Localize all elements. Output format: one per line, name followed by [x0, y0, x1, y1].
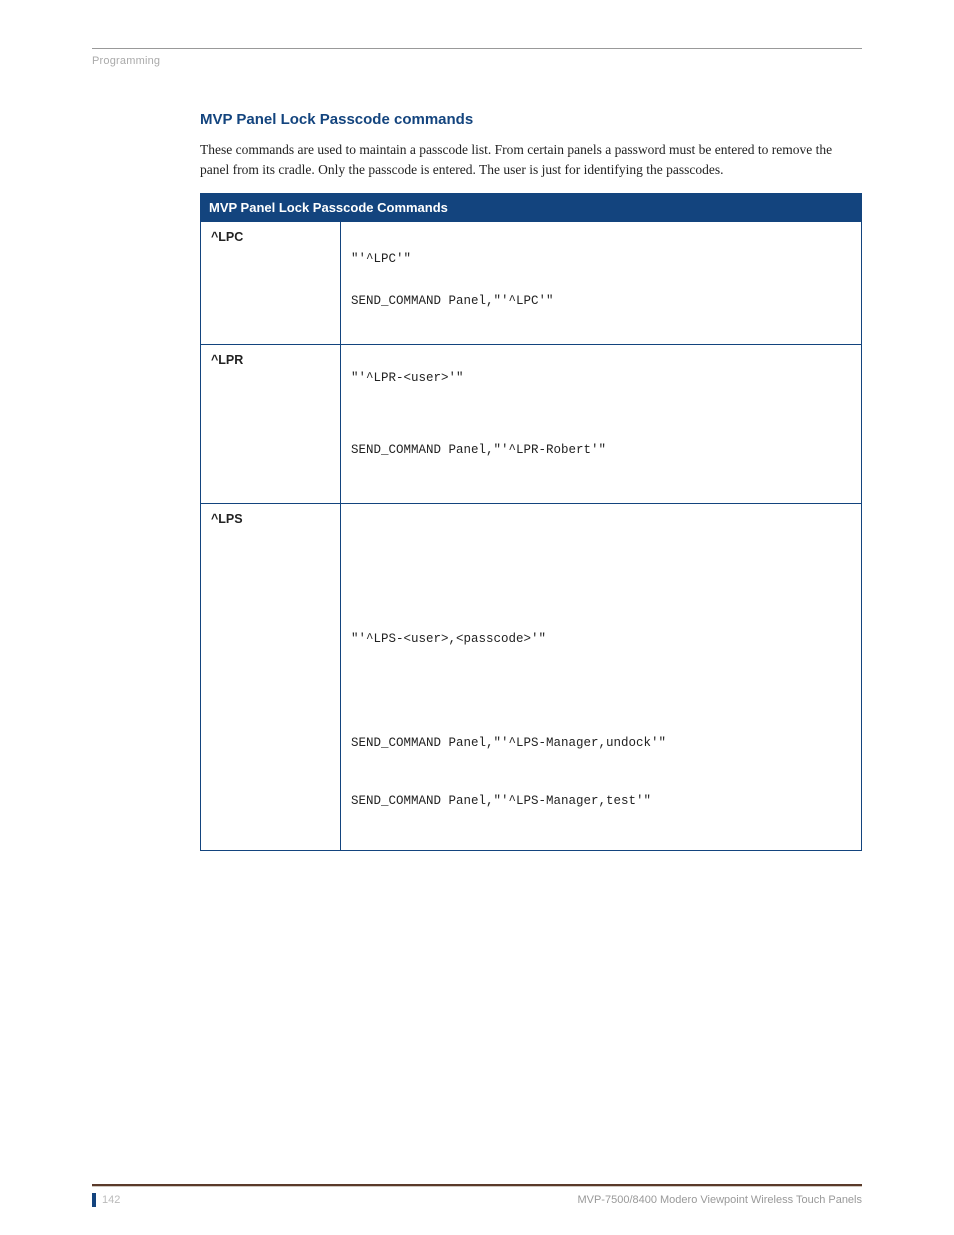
table-row: ^LPS "'^LPS-<user>,<passcode>'" SEND_COM…	[201, 504, 862, 851]
code-line: SEND_COMMAND Panel,"'^LPR-Robert'"	[351, 443, 851, 457]
cmd-name: ^LPC	[201, 222, 341, 345]
page-number: 142	[102, 1194, 120, 1206]
code-line: SEND_COMMAND Panel,"'^LPS-Manager,undock…	[351, 736, 851, 750]
table-title: MVP Panel Lock Passcode Commands	[201, 194, 862, 222]
page-number-wrap: 142	[92, 1193, 120, 1207]
code-line: SEND_COMMAND Panel,"'^LPC'"	[351, 294, 851, 308]
footer-title: MVP-7500/8400 Modero Viewpoint Wireless …	[577, 1194, 862, 1206]
cmd-name: ^LPS	[201, 504, 341, 851]
header-label: Programming	[92, 55, 862, 67]
page-bar-icon	[92, 1193, 96, 1207]
table-row: ^LPC "'^LPC'" SEND_COMMAND Panel,"'^LPC'…	[201, 222, 862, 345]
section-heading: MVP Panel Lock Passcode commands	[200, 111, 862, 128]
footer-rule	[92, 1184, 862, 1187]
table-row: ^LPR "'^LPR-<user>'" SEND_COMMAND Panel,…	[201, 345, 862, 504]
code-line: "'^LPC'"	[351, 252, 851, 266]
cmd-desc: "'^LPS-<user>,<passcode>'" SEND_COMMAND …	[341, 504, 862, 851]
commands-table: MVP Panel Lock Passcode Commands ^LPC "'…	[200, 193, 862, 851]
cmd-name: ^LPR	[201, 345, 341, 504]
code-line: "'^LPR-<user>'"	[351, 371, 851, 385]
code-line: "'^LPS-<user>,<passcode>'"	[351, 632, 851, 646]
cmd-desc: "'^LPR-<user>'" SEND_COMMAND Panel,"'^LP…	[341, 345, 862, 504]
code-line: SEND_COMMAND Panel,"'^LPS-Manager,test'"	[351, 794, 851, 808]
header-rule	[92, 48, 862, 49]
section-intro: These commands are used to maintain a pa…	[200, 140, 862, 179]
cmd-desc: "'^LPC'" SEND_COMMAND Panel,"'^LPC'"	[341, 222, 862, 345]
page-footer: 142 MVP-7500/8400 Modero Viewpoint Wirel…	[92, 1184, 862, 1207]
